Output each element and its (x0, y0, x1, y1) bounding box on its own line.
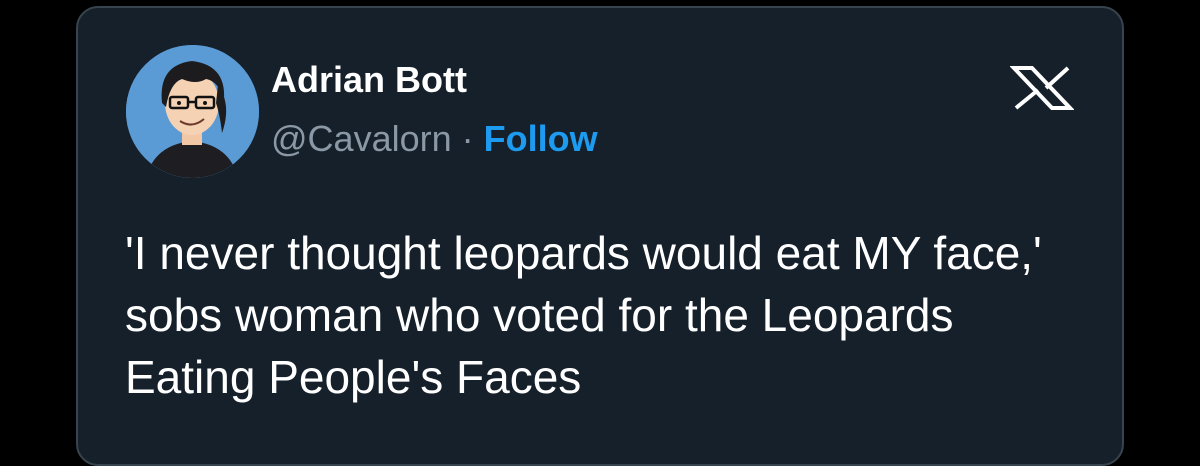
tweet-text: 'I never thought leopards would eat MY f… (125, 227, 1042, 403)
x-logo-icon[interactable] (1009, 66, 1075, 110)
meta-separator: · (461, 118, 474, 159)
follow-link[interactable]: Follow (484, 118, 598, 159)
author-meta: @Cavalorn · Follow (271, 119, 598, 159)
author-name[interactable]: Adrian Bott (271, 60, 467, 100)
author-handle[interactable]: @Cavalorn (271, 118, 452, 159)
author-avatar[interactable] (126, 45, 259, 178)
tweet-card[interactable]: Adrian Bott @Cavalorn · Follow 'I never … (76, 6, 1124, 466)
